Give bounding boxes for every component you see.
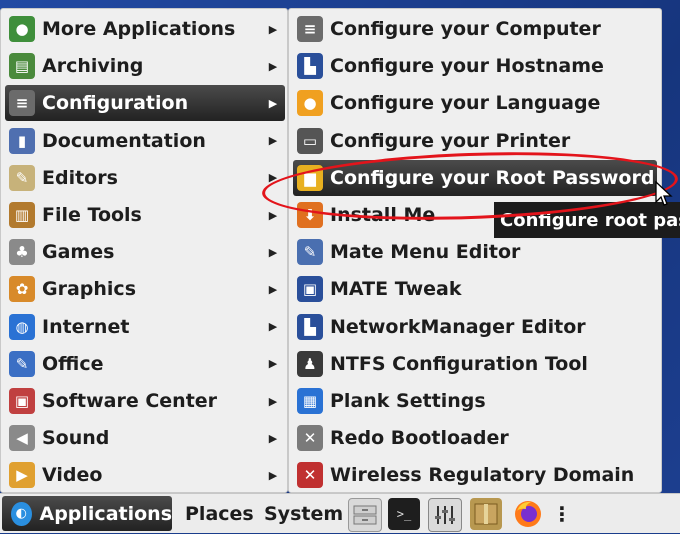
submenu-arrow-icon: ▶: [268, 394, 278, 408]
office-icon: ✎: [9, 350, 35, 377]
menu-item-editors[interactable]: ✎ Editors ▶: [5, 160, 285, 196]
submenu-arrow-icon: ▶: [268, 431, 278, 445]
menu-item-label: Archiving: [42, 55, 144, 78]
book-icon: ▮: [9, 127, 35, 154]
system-menu[interactable]: System: [264, 494, 343, 534]
submenu-item-configure-your-hostname[interactable]: ▙ Configure your Hostname: [293, 48, 657, 84]
wrench-icon: ✕: [297, 462, 323, 489]
menu-item-software-center[interactable]: ▣ Software Center ▶: [5, 383, 285, 419]
location-pin-icon: ●: [297, 90, 323, 117]
terminal-icon[interactable]: >_: [388, 498, 420, 530]
sliders-icon: ≡: [9, 90, 35, 117]
submenu-arrow-icon: ▶: [268, 357, 278, 371]
menu-item-more-applications[interactable]: ● More Applications ▶: [5, 11, 285, 47]
taskbar: ◐ Applications Places System >_ ⋮: [0, 493, 680, 533]
submenu-item-wireless-regulatory-domain[interactable]: ✕ Wireless Regulatory Domain: [293, 457, 657, 493]
sliders-icon: ≡: [297, 16, 323, 42]
tools-icon: ✕: [297, 425, 323, 452]
speaker-icon: ◀: [9, 425, 35, 452]
firefox-icon[interactable]: [512, 498, 544, 530]
menu-item-sound[interactable]: ◀ Sound ▶: [5, 420, 285, 456]
submenu-arrow-icon: ▶: [268, 96, 278, 110]
file-cabinet-icon: ▥: [9, 202, 35, 228]
places-menu[interactable]: Places: [185, 494, 254, 534]
submenu-item-label: MATE Tweak: [330, 278, 462, 301]
submenu-arrow-icon: ▶: [268, 208, 278, 222]
menu-item-label: Video: [42, 464, 103, 487]
globe-icon: ◍: [9, 313, 35, 340]
submenu-arrow-icon: ▶: [268, 320, 278, 334]
control-center-icon[interactable]: [428, 498, 462, 532]
menu-editor-icon: ✎: [297, 239, 323, 266]
submenu-item-configure-your-computer[interactable]: ≡ Configure your Computer: [293, 11, 657, 47]
more-icon[interactable]: ⋮: [552, 494, 572, 534]
applications-menu: ● More Applications ▶ ▤ Archiving ▶ ≡ Configura…: [0, 8, 288, 493]
submenu-arrow-icon: ▶: [268, 134, 278, 148]
palette-icon: ✿: [9, 276, 35, 303]
submenu-item-networkmanager-editor[interactable]: ▙ NetworkManager Editor: [293, 309, 657, 345]
submenu-item-label: Redo Bootloader: [330, 427, 509, 450]
menu-item-configuration[interactable]: ≡ Configuration ▶: [5, 85, 285, 122]
network-icon: ▙: [297, 313, 323, 340]
file-manager-icon[interactable]: [348, 498, 382, 532]
archive-manager-icon[interactable]: [470, 498, 502, 530]
applications-logo-icon: ◐: [11, 501, 32, 526]
submenu-item-label: Configure your Hostname: [330, 55, 604, 78]
configuration-submenu: ≡ Configure your Computer ▙ Configure your …: [288, 8, 662, 493]
menu-item-label: Internet: [42, 315, 130, 338]
menu-item-label: Graphics: [42, 278, 136, 301]
menu-item-label: Sound: [42, 427, 110, 450]
menu-item-office[interactable]: ✎ Office ▶: [5, 346, 285, 382]
menu-item-documentation[interactable]: ▮ Documentation ▶: [5, 123, 285, 159]
software-center-icon: ▣: [9, 388, 35, 414]
menu-item-label: File Tools: [42, 204, 142, 226]
menu-item-label: Configuration: [42, 92, 189, 115]
menu-item-graphics[interactable]: ✿ Graphics ▶: [5, 271, 285, 307]
submenu-arrow-icon: ▶: [268, 282, 278, 296]
menu-item-label: Office: [42, 352, 104, 375]
menu-item-label: Games: [42, 241, 115, 264]
submenu-item-mate-tweak[interactable]: ▣ MATE Tweak: [293, 271, 657, 307]
joystick-icon: ♣: [9, 239, 35, 266]
submenu-arrow-icon: ▶: [268, 468, 278, 482]
submenu-arrow-icon: ▶: [268, 22, 278, 36]
submenu-item-redo-bootloader[interactable]: ✕ Redo Bootloader: [293, 420, 657, 456]
menu-item-video[interactable]: ▶ Video ▶: [5, 457, 285, 493]
submenu-item-label: Configure your Computer: [330, 18, 601, 40]
menu-item-file-tools[interactable]: ▥ File Tools ▶: [5, 197, 285, 233]
submenu-arrow-icon: ▶: [268, 245, 278, 259]
plank-icon: ▦: [297, 388, 323, 414]
video-icon: ▶: [9, 462, 35, 489]
menu-item-label: Documentation: [42, 129, 206, 152]
submenu-item-label: NTFS Configuration Tool: [330, 352, 588, 375]
menu-item-label: Software Center: [42, 390, 218, 412]
penguin-icon: ♟: [297, 350, 323, 377]
menu-item-games[interactable]: ♣ Games ▶: [5, 234, 285, 270]
archive-icon: ▤: [9, 53, 35, 80]
menu-item-archiving[interactable]: ▤ Archiving ▶: [5, 48, 285, 84]
printer-icon: ▭: [297, 127, 323, 154]
menu-item-label: More Applications: [42, 18, 236, 40]
network-icon: ▙: [297, 53, 323, 80]
submenu-item-label: Configure your Language: [330, 92, 601, 115]
mouse-pointer-icon: [655, 181, 673, 206]
apps-icon: ●: [9, 16, 35, 42]
applications-button[interactable]: ◐ Applications: [2, 496, 172, 531]
submenu-arrow-icon: ▶: [268, 59, 278, 73]
submenu-item-plank-settings[interactable]: ▦ Plank Settings: [293, 383, 657, 419]
submenu-item-configure-your-language[interactable]: ● Configure your Language: [293, 85, 657, 121]
submenu-item-ntfs-configuration-tool[interactable]: ♟ NTFS Configuration Tool: [293, 346, 657, 382]
submenu-item-label: Wireless Regulatory Domain: [330, 464, 635, 487]
submenu-item-mate-menu-editor[interactable]: ✎ Mate Menu Editor: [293, 234, 657, 270]
submenu-item-label: Plank Settings: [330, 390, 486, 412]
applications-label: Applications: [39, 502, 173, 525]
monitor-icon: ▣: [297, 276, 323, 303]
submenu-item-label: NetworkManager Editor: [330, 315, 586, 338]
menu-item-internet[interactable]: ◍ Internet ▶: [5, 309, 285, 345]
menu-item-label: Editors: [42, 166, 118, 189]
submenu-item-label: Configure your Printer: [330, 129, 571, 152]
notepad-icon: ✎: [9, 164, 35, 191]
submenu-item-label: Mate Menu Editor: [330, 241, 521, 264]
